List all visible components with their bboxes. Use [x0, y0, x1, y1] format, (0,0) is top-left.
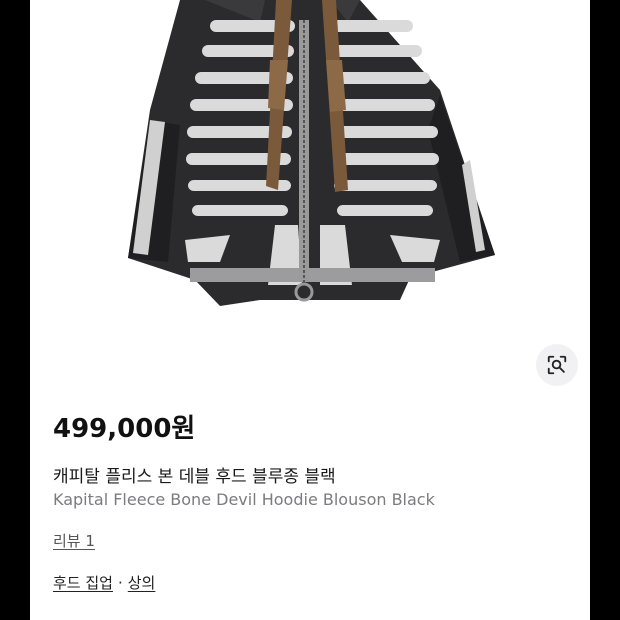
- product-image[interactable]: [30, 0, 590, 340]
- product-detail-card: 499,000원 캐피탈 플리스 본 데블 후드 블루종 블랙 Kapital …: [30, 0, 590, 620]
- image-search-button[interactable]: [536, 344, 578, 386]
- lens-search-icon: [547, 355, 567, 375]
- category-separator: ·: [117, 574, 123, 592]
- category-breadcrumb: 후드 집업 · 상의: [53, 572, 155, 593]
- product-title-korean: 캐피탈 플리스 본 데블 후드 블루종 블랙: [53, 467, 336, 487]
- category-link-tops[interactable]: 상의: [128, 574, 156, 592]
- product-price: 499,000원: [53, 414, 196, 444]
- review-link[interactable]: 리뷰 1: [53, 530, 95, 551]
- category-link-hood-zipup[interactable]: 후드 집업: [53, 574, 113, 592]
- product-title-english: Kapital Fleece Bone Devil Hoodie Blouson…: [53, 490, 435, 509]
